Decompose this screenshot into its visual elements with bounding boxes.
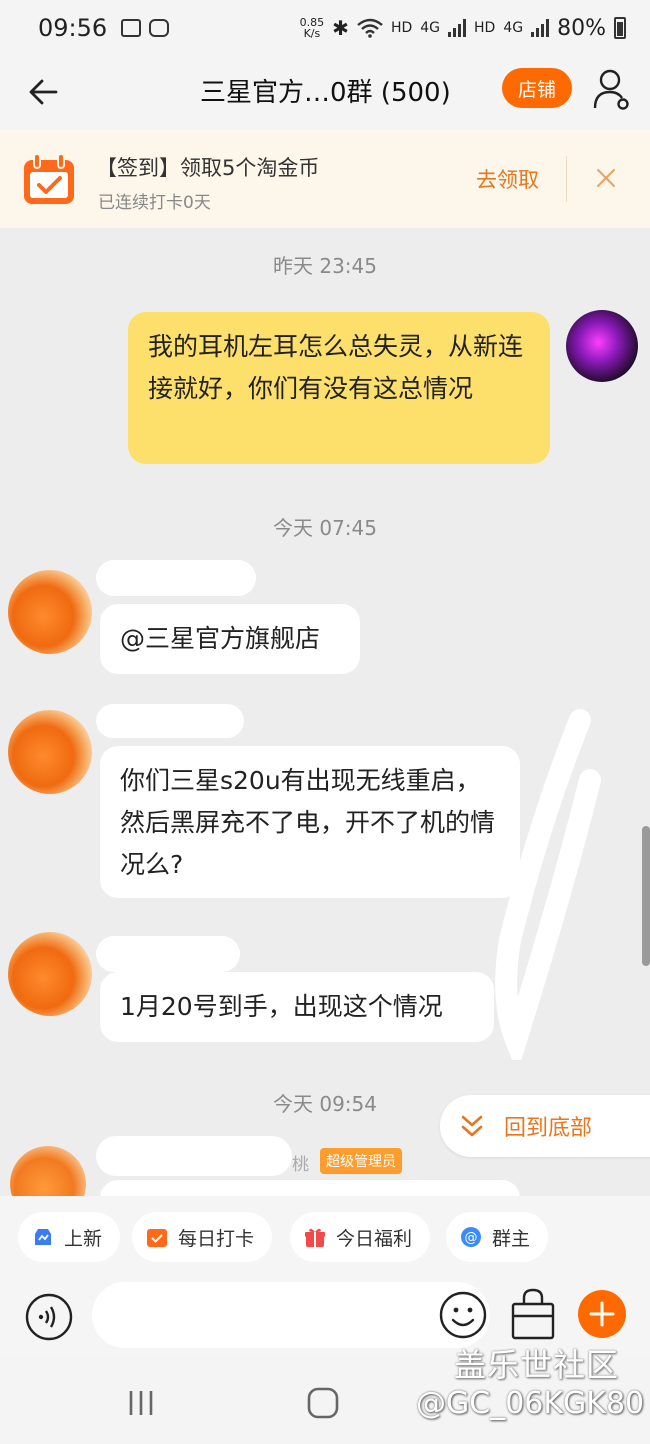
gallery-notification-icon — [121, 19, 142, 37]
community-watermark: 盖乐世社区 — [454, 1346, 620, 1384]
recent-apps-icon[interactable] — [126, 1388, 156, 1418]
super-admin-badge: 超级管理员 — [320, 1148, 402, 1174]
hd-label: HD — [390, 20, 413, 36]
chat-group-title: 三星官方…0群 (500) — [200, 78, 451, 108]
status-time: 09:56 — [38, 14, 108, 42]
member-avatar[interactable] — [8, 570, 92, 654]
member-message-bubble[interactable]: @三星官方旗舰店 — [100, 604, 360, 674]
app-notification-icon — [149, 19, 170, 37]
claim-coins-button[interactable]: 去领取 — [476, 164, 539, 194]
wifi-icon — [357, 18, 383, 38]
status-notification-icons — [121, 19, 170, 37]
message-text: @三星官方旗舰店 — [120, 624, 321, 653]
message-timestamp: 昨天 23:45 — [273, 254, 377, 278]
back-arrow-icon[interactable] — [26, 74, 62, 110]
new-arrivals-icon — [35, 1229, 51, 1245]
scribble-overlay — [495, 709, 601, 1060]
close-icon[interactable] — [594, 166, 618, 190]
calendar-check-icon — [24, 153, 74, 204]
checkin-title: 【签到】领取5个淘金币 — [96, 156, 320, 180]
quick-action-label: 每日打卡 — [178, 1227, 255, 1250]
shop-button[interactable]: 店铺 — [502, 68, 572, 108]
calendar-check-icon — [147, 1229, 167, 1247]
member-message-bubble[interactable]: 1月20号到手，出现这个情况 — [100, 972, 494, 1042]
back-to-bottom-label: 回到底部 — [504, 1116, 593, 1141]
at-icon: @ — [461, 1227, 481, 1247]
checkin-streak: 已连续打卡0天 — [98, 193, 211, 213]
network-type-label: 4G — [420, 20, 441, 36]
sender-name: 桃 — [292, 1155, 309, 1175]
quick-action-label: 群主 — [492, 1227, 531, 1250]
double-chevron-down-icon — [461, 1115, 483, 1137]
message-text: 1月20号到手，出现这个情况 — [120, 992, 443, 1021]
battery-icon — [614, 17, 626, 39]
redacted-name — [96, 936, 240, 972]
quick-action-new-arrivals[interactable]: 上新 — [18, 1212, 121, 1262]
quick-action-label: 上新 — [64, 1227, 103, 1250]
divider — [566, 156, 567, 202]
redacted-name — [96, 560, 256, 596]
battery-percent: 80% — [557, 15, 606, 41]
emoji-icon[interactable] — [438, 1290, 488, 1340]
status-bar: 09:56 0.85 K/s ✱ HD 4G HD 4G 80% — [0, 0, 650, 56]
back-to-bottom-button[interactable]: 回到底部 — [440, 1095, 650, 1157]
message-text-input[interactable] — [92, 1282, 490, 1348]
gift-icon — [305, 1228, 325, 1247]
quick-action-daily-benefits[interactable]: 今日福利 — [290, 1212, 431, 1262]
signal-icon-2 — [531, 19, 550, 37]
message-text: 你们三星s20u有出现无线重启，然后黑屏充不了电，开不了机的情况么? — [120, 766, 496, 879]
network-type-label-2: 4G — [503, 20, 524, 36]
more-actions-button[interactable] — [578, 1290, 626, 1338]
nav-bar: 三星官方…0群 (500) 店铺 — [0, 56, 650, 130]
status-right: 0.85 K/s ✱ HD 4G HD 4G 80% — [300, 16, 626, 41]
member-avatar[interactable] — [8, 932, 92, 1016]
network-speed: 0.85 K/s — [299, 16, 325, 40]
quick-action-group-owner[interactable]: @ 群主 — [446, 1212, 549, 1262]
redacted-name — [96, 1136, 292, 1176]
plus-icon — [589, 1301, 615, 1327]
home-icon[interactable] — [306, 1386, 340, 1420]
voice-input-icon[interactable] — [24, 1292, 74, 1342]
message-timestamp: 今天 07:45 — [273, 516, 377, 540]
scroll-indicator[interactable] — [642, 826, 650, 966]
redacted-name — [96, 704, 244, 738]
shopping-bag-icon[interactable] — [510, 1286, 556, 1342]
user-handle-watermark: @GC_06KGK80 — [416, 1386, 645, 1421]
quick-action-label: 今日福利 — [336, 1227, 413, 1250]
message-text: 我的耳机左耳怎么总失灵，从新连接就好，你们有没有这总情况 — [148, 332, 524, 403]
quick-actions-bar: 上新 每日打卡 今日福利 @ 群主 — [0, 1196, 650, 1282]
group-member-settings-icon[interactable] — [592, 68, 632, 112]
signal-icon — [448, 19, 467, 37]
svg-text:@: @ — [465, 1231, 478, 1246]
member-message-bubble[interactable]: 你们三星s20u有出现无线重启，然后黑屏充不了电，开不了机的情况么? — [100, 746, 520, 898]
checkin-banner: 【签到】领取5个淘金币 已连续打卡0天 去领取 — [0, 130, 650, 228]
bluetooth-icon: ✱ — [332, 16, 349, 40]
my-message-bubble[interactable]: 我的耳机左耳怎么总失灵，从新连接就好，你们有没有这总情况 — [128, 312, 550, 464]
hd-label-2: HD — [474, 20, 496, 36]
member-avatar[interactable] — [8, 710, 92, 794]
my-avatar[interactable] — [566, 310, 638, 382]
quick-action-daily-checkin[interactable]: 每日打卡 — [132, 1212, 273, 1262]
